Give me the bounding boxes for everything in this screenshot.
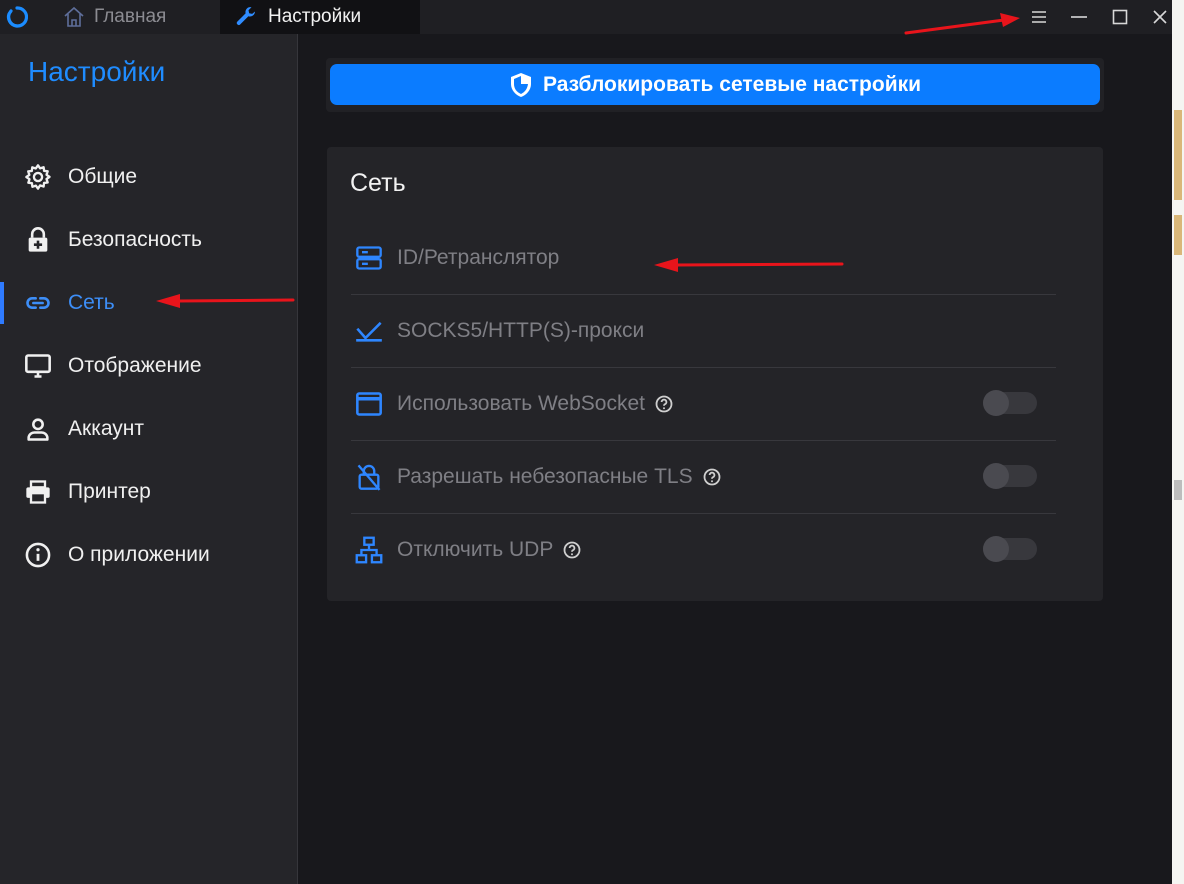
network-icon	[355, 536, 383, 563]
wrench-icon	[236, 7, 255, 25]
help-icon[interactable]	[655, 395, 673, 413]
row-label: Разрешать небезопасные TLS	[397, 464, 693, 488]
menu-icon[interactable]	[1028, 6, 1050, 28]
card-title: Сеть	[350, 169, 406, 197]
row-disable-udp[interactable]: Отключить UDP	[351, 513, 1056, 586]
tab-settings-label: Настройки	[268, 6, 362, 27]
sidebar: Настройки Общие Безопасность Сеть Отобра…	[0, 34, 298, 884]
help-icon[interactable]	[563, 541, 581, 559]
server-icon	[356, 245, 382, 270]
sidebar-title: Настройки	[28, 56, 166, 87]
sidebar-item-label: Аккаунт	[68, 417, 145, 440]
unlock-button-label: Разблокировать сетевые настройки	[542, 72, 922, 96]
row-label: Отключить UDP	[397, 537, 554, 561]
row-label: ID/Ретранслятор	[397, 245, 560, 269]
shield-icon	[510, 72, 531, 97]
network-card: Сеть ID/Ретранслятор SOCKS5/HTTP(S)-прок…	[327, 147, 1103, 601]
sidebar-item-label: Сеть	[68, 291, 115, 314]
insecure-tls-toggle[interactable]	[983, 463, 1037, 489]
row-websocket[interactable]: Использовать WebSocket	[351, 367, 1056, 441]
close-icon[interactable]	[1149, 6, 1171, 28]
sidebar-item-label: Принтер	[68, 480, 151, 503]
title-bar: Главная Настройки	[0, 0, 1172, 34]
info-icon	[25, 542, 51, 568]
sidebar-item-label: Безопасность	[68, 228, 202, 251]
background-window-edge	[1172, 0, 1184, 884]
lock-plus-icon	[28, 227, 48, 252]
row-label: SOCKS5/HTTP(S)-прокси	[397, 318, 645, 342]
tab-home[interactable]: Главная	[56, 0, 216, 34]
row-id-relay[interactable]: ID/Ретранслятор	[351, 221, 1056, 295]
tab-home-label: Главная	[94, 6, 167, 27]
sidebar-item-security[interactable]: Безопасность	[0, 215, 297, 265]
sidebar-item-account[interactable]: Аккаунт	[0, 404, 297, 454]
monitor-icon	[25, 354, 51, 378]
minimize-icon[interactable]	[1068, 6, 1090, 28]
user-icon	[27, 418, 49, 441]
app-logo-icon	[6, 6, 28, 28]
sidebar-item-about[interactable]: О приложении	[0, 530, 297, 580]
maximize-icon[interactable]	[1109, 6, 1131, 28]
proxy-icon	[356, 321, 382, 342]
sidebar-item-printer[interactable]: Принтер	[0, 467, 297, 517]
help-icon[interactable]	[703, 468, 721, 486]
link-icon	[26, 297, 50, 309]
row-insecure-tls[interactable]: Разрешать небезопасные TLS	[351, 440, 1056, 514]
sidebar-item-display[interactable]: Отображение	[0, 341, 297, 391]
window-icon	[356, 391, 382, 416]
home-icon	[64, 6, 84, 27]
sidebar-item-network[interactable]: Сеть	[0, 278, 297, 328]
sidebar-item-label: О приложении	[68, 543, 210, 566]
sidebar-item-label: Общие	[68, 165, 138, 188]
gear-icon	[25, 164, 51, 190]
row-label: Использовать WebSocket	[397, 391, 645, 415]
tab-settings[interactable]: Настройки	[220, 0, 420, 34]
sidebar-item-general[interactable]: Общие	[0, 152, 297, 202]
unlock-network-settings-button[interactable]: Разблокировать сетевые настройки	[330, 64, 1100, 105]
sidebar-item-label: Отображение	[68, 354, 202, 377]
websocket-toggle[interactable]	[983, 390, 1037, 416]
printer-icon	[26, 480, 50, 504]
unlock-bar: Разблокировать сетевые настройки	[326, 58, 1104, 112]
disable-udp-toggle[interactable]	[983, 536, 1037, 562]
lock-off-icon	[357, 464, 381, 491]
row-proxy[interactable]: SOCKS5/HTTP(S)-прокси	[351, 294, 1056, 368]
